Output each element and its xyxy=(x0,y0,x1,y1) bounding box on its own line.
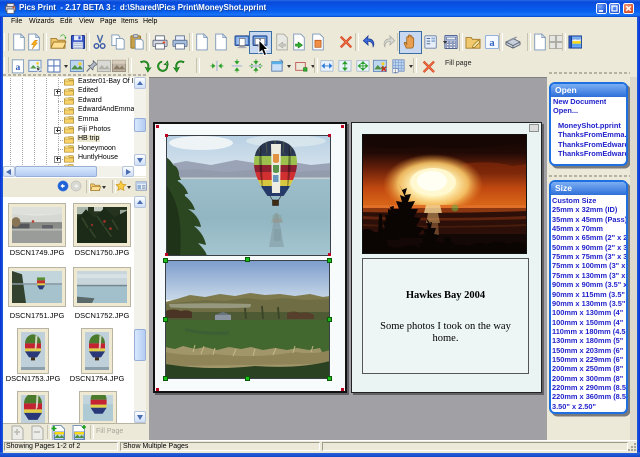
svg-text:a: a xyxy=(16,62,21,73)
svg-text:a: a xyxy=(489,38,495,49)
